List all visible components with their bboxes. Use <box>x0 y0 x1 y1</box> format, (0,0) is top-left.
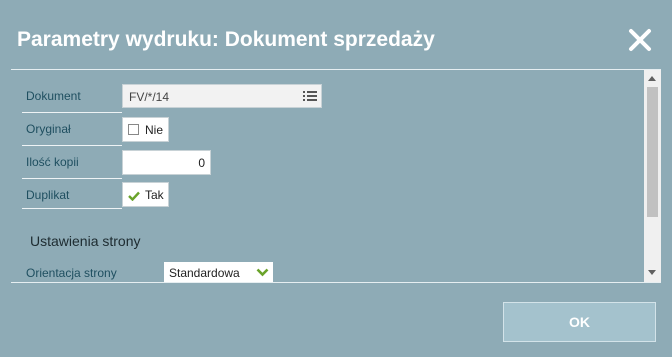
duplikat-checkbox[interactable]: Tak <box>122 182 169 207</box>
ilosc-kopii-value: 0 <box>198 156 205 170</box>
row-divider <box>22 112 122 113</box>
dokument-label: Dokument <box>26 89 81 103</box>
ok-button[interactable]: OK <box>503 302 656 342</box>
close-icon <box>629 29 651 51</box>
bottom-divider <box>11 282 661 283</box>
dokument-field[interactable]: FV/*/14 <box>122 84 322 108</box>
orientacja-value: Standardowa <box>169 266 240 280</box>
row-divider <box>22 145 122 146</box>
checkmark-icon[interactable] <box>128 191 140 201</box>
oryginal-value: Nie <box>145 123 164 137</box>
scrollbar[interactable] <box>644 70 661 282</box>
duplikat-label: Duplikat <box>26 188 70 202</box>
checkbox-box[interactable] <box>128 124 139 135</box>
dialog-title: Parametry wydruku: Dokument sprzedaży <box>17 28 435 51</box>
section-title: Ustawienia strony <box>30 233 141 249</box>
oryginal-label: Oryginał <box>26 122 71 136</box>
ilosc-kopii-input[interactable]: 0 <box>122 150 211 175</box>
dokument-value: FV/*/14 <box>129 90 170 104</box>
row-divider <box>22 208 122 209</box>
duplikat-value: Tak <box>145 188 164 202</box>
orientacja-select[interactable]: Standardowa <box>164 262 273 282</box>
row-divider <box>22 178 122 179</box>
oryginal-checkbox[interactable]: Nie <box>122 117 169 142</box>
chevron-down-icon[interactable] <box>256 268 269 277</box>
orientacja-label: Orientacja strony <box>26 266 117 280</box>
scroll-thumb[interactable] <box>647 87 658 217</box>
ilosc-kopii-label: Ilość kopii <box>26 155 79 169</box>
scroll-up-arrow-icon[interactable] <box>648 76 656 81</box>
list-icon[interactable] <box>303 90 317 102</box>
close-button[interactable] <box>626 26 654 54</box>
scroll-down-arrow-icon[interactable] <box>648 270 656 275</box>
form-area: Dokument FV/*/14 Oryginał Nie Ilość kopi… <box>11 70 644 282</box>
